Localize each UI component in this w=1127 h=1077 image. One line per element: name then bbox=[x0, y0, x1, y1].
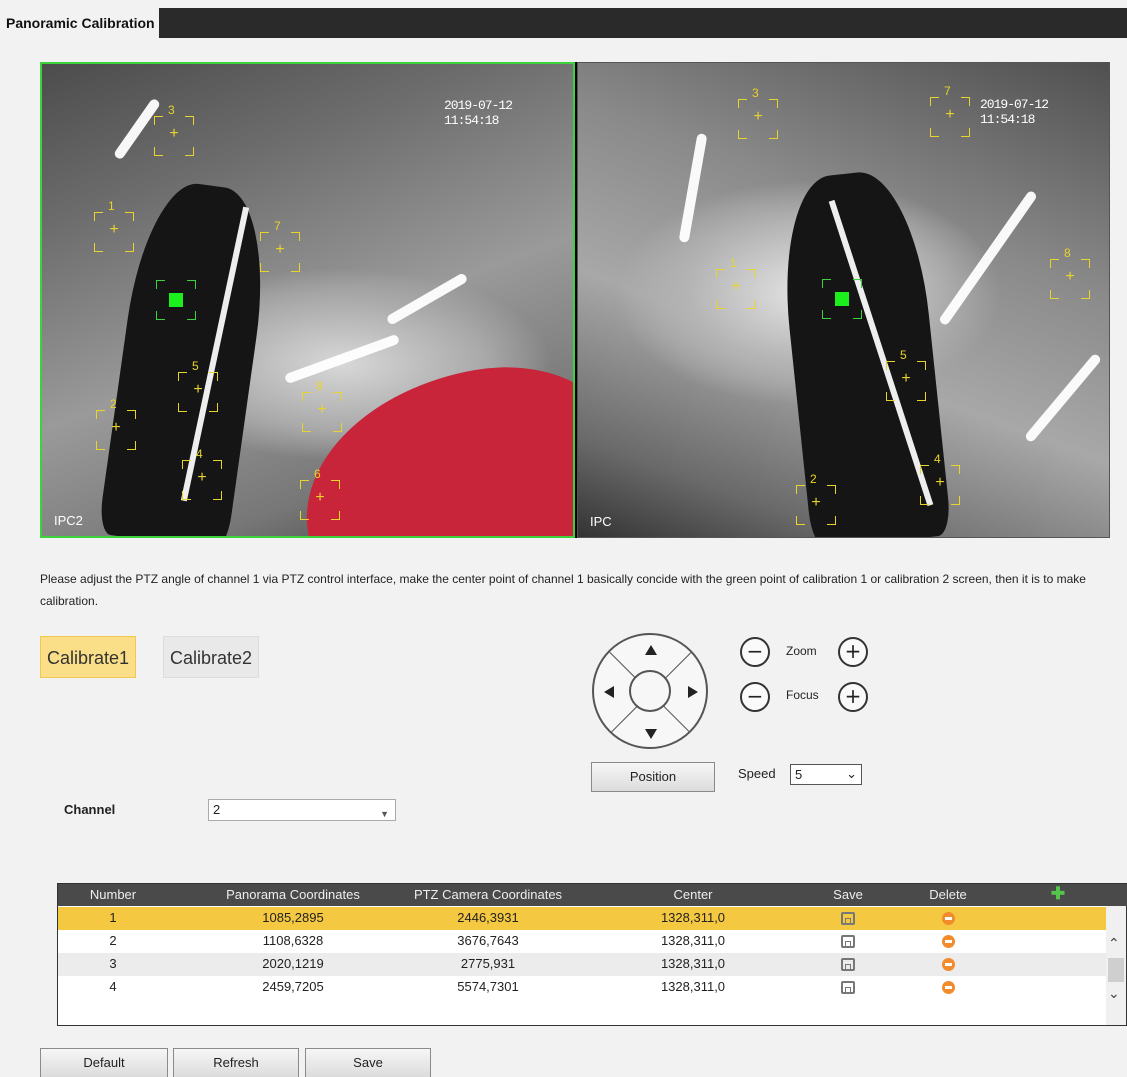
scrollbar-thumb[interactable] bbox=[1108, 958, 1124, 982]
refresh-button[interactable]: Refresh bbox=[173, 1048, 299, 1077]
save-icon[interactable] bbox=[841, 935, 855, 949]
header-save: Save bbox=[833, 887, 863, 902]
speed-label: Speed bbox=[738, 766, 776, 781]
add-icon[interactable]: ✚ bbox=[1051, 884, 1065, 904]
cell-number: 2 bbox=[109, 933, 117, 948]
green-calibration-point bbox=[822, 279, 862, 319]
chevron-down-icon[interactable]: ⌄ bbox=[1108, 986, 1120, 1002]
arrow-down-icon[interactable] bbox=[645, 729, 657, 739]
cell-ptz: 3676,7643 bbox=[457, 933, 519, 948]
calibration-marker: 3 + bbox=[154, 103, 194, 156]
calibration-marker: 5 + bbox=[886, 348, 926, 401]
calibration-table: Number Panorama Coordinates PTZ Camera C… bbox=[57, 883, 1127, 1026]
camera-label-right: IPC bbox=[590, 514, 612, 529]
video-pane-left[interactable]: 2019-07-12 11:54:18 IPC2 3 + 1 + 7 + 5 +… bbox=[40, 62, 575, 538]
cell-number: 4 bbox=[109, 979, 117, 994]
channel-label: Channel bbox=[64, 802, 116, 817]
video-area: 2019-07-12 11:54:18 IPC2 3 + 1 + 7 + 5 +… bbox=[40, 62, 1110, 538]
focus-label: Focus bbox=[786, 688, 819, 702]
calibration-marker: 2 + bbox=[796, 472, 836, 525]
arrow-left-icon[interactable] bbox=[604, 686, 614, 698]
calibration-marker: 7 + bbox=[930, 84, 970, 137]
calibration-marker: 3 + bbox=[738, 86, 778, 139]
calibration-marker: 1 + bbox=[716, 256, 756, 309]
arrow-right-icon[interactable] bbox=[688, 686, 698, 698]
cell-center: 1328,311,0 bbox=[660, 979, 726, 994]
chevron-up-icon[interactable]: ⌃ bbox=[1108, 936, 1120, 952]
cell-ptz: 2446,3931 bbox=[457, 910, 519, 925]
delete-icon[interactable] bbox=[941, 981, 955, 995]
calibration-marker: 4 + bbox=[920, 452, 960, 505]
chevron-down-icon: ▼ bbox=[380, 809, 389, 819]
chevron-down-icon: ⌄ bbox=[846, 766, 857, 781]
cell-center: 1328,311,0 bbox=[660, 933, 726, 948]
add-row-button[interactable]: ✚ bbox=[1028, 884, 1088, 906]
cell-panorama: 2020,1219 bbox=[262, 956, 324, 971]
cell-ptz: 2775,931 bbox=[460, 956, 516, 971]
table-scrollbar[interactable]: ⌃ ⌄ bbox=[1106, 906, 1126, 1025]
delete-icon[interactable] bbox=[941, 912, 955, 926]
focus-out-button[interactable]: − bbox=[740, 682, 770, 712]
cell-center: 1328,311,0 bbox=[660, 956, 726, 971]
camera-label-left: IPC2 bbox=[54, 513, 83, 528]
delete-icon[interactable] bbox=[941, 958, 955, 972]
table-row[interactable]: 1 1085,2895 2446,3931 1328,311,0 bbox=[58, 907, 1107, 930]
calibration-marker: 1 + bbox=[94, 199, 134, 252]
calibration-marker: 8 + bbox=[1050, 246, 1090, 299]
cell-panorama: 1108,6328 bbox=[262, 933, 324, 948]
instruction-text: Please adjust the PTZ angle of channel 1… bbox=[40, 572, 1086, 608]
channel-select[interactable]: 2 ▼ bbox=[208, 799, 396, 821]
focus-in-button[interactable]: + bbox=[838, 682, 868, 712]
save-icon[interactable] bbox=[841, 912, 855, 926]
delete-icon[interactable] bbox=[941, 935, 955, 949]
calibration-marker: 4 + bbox=[182, 447, 222, 500]
table-row[interactable]: 3 2020,1219 2775,931 1328,311,0 bbox=[58, 953, 1107, 976]
cell-panorama: 1085,2895 bbox=[262, 910, 324, 925]
ptz-center-button[interactable] bbox=[629, 670, 671, 712]
table-row[interactable]: 2 1108,6328 3676,7643 1328,311,0 bbox=[58, 930, 1107, 953]
cell-ptz: 5574,7301 bbox=[457, 979, 519, 994]
timestamp-left: 2019-07-12 11:54:18 bbox=[444, 98, 513, 128]
header-panorama: Panorama Coordinates bbox=[226, 887, 360, 902]
green-calibration-point bbox=[156, 280, 196, 320]
page-title: Panoramic Calibration bbox=[0, 8, 159, 38]
video-pane-right[interactable]: 2019-07-12 11:54:18 IPC 3 + 7 + 1 + 8 + … bbox=[577, 62, 1110, 538]
speed-select[interactable]: 5 ⌄ bbox=[790, 764, 862, 785]
timestamp-right: 2019-07-12 11:54:18 bbox=[980, 97, 1049, 127]
header-number: Number bbox=[89, 887, 137, 902]
tab-calibrate2[interactable]: Calibrate2 bbox=[163, 636, 260, 678]
cell-number: 3 bbox=[109, 956, 117, 971]
cell-center: 1328,311,0 bbox=[660, 910, 726, 925]
save-button[interactable]: Save bbox=[305, 1048, 431, 1077]
ptz-direction-pad bbox=[592, 633, 708, 749]
header-center: Center bbox=[673, 887, 713, 902]
cell-panorama: 2459,7205 bbox=[262, 979, 324, 994]
zoom-out-button[interactable]: − bbox=[740, 637, 770, 667]
table-header: Number Panorama Coordinates PTZ Camera C… bbox=[58, 884, 1127, 906]
zoom-label: Zoom bbox=[786, 644, 817, 658]
position-button[interactable]: Position bbox=[591, 762, 715, 792]
save-icon[interactable] bbox=[841, 958, 855, 972]
arrow-up-icon[interactable] bbox=[645, 645, 657, 655]
tab-calibrate1[interactable]: Calibrate1 bbox=[40, 636, 137, 678]
header-ptz: PTZ Camera Coordinates bbox=[413, 887, 563, 902]
calibration-marker: 6 + bbox=[300, 467, 340, 520]
zoom-in-button[interactable]: + bbox=[838, 637, 868, 667]
calibration-marker: 8 + bbox=[302, 379, 342, 432]
table-row[interactable]: 4 2459,7205 5574,7301 1328,311,0 bbox=[58, 976, 1107, 999]
default-button[interactable]: Default bbox=[40, 1048, 168, 1077]
calibration-marker: 7 + bbox=[260, 219, 300, 272]
title-bar: Panoramic Calibration bbox=[0, 8, 1127, 38]
header-delete: Delete bbox=[929, 887, 967, 902]
save-icon[interactable] bbox=[841, 981, 855, 995]
calibration-marker: 2 + bbox=[96, 397, 136, 450]
calibration-marker: 5 + bbox=[178, 359, 218, 412]
cell-number: 1 bbox=[109, 910, 117, 925]
